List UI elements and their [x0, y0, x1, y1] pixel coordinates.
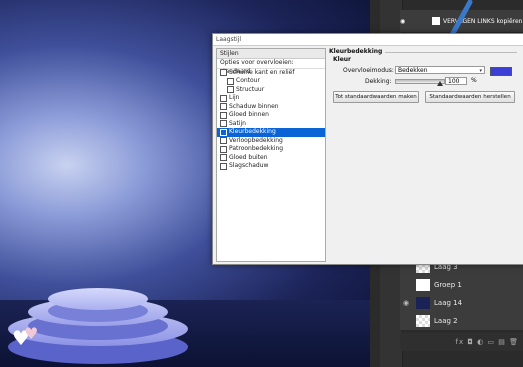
style-item[interactable]: Gloed buiten [217, 154, 325, 163]
styles-list: Stijlen Opties voor overvloeien: standaa… [216, 48, 326, 262]
layer-name: Laag 2 [434, 317, 458, 325]
style-item-label: Kleurbedekking [229, 128, 276, 135]
layer-thumbnail [417, 15, 429, 27]
reset-default-button[interactable]: Standaardwaarden herstellen [425, 91, 515, 103]
style-checkbox[interactable] [220, 137, 227, 145]
style-checkbox[interactable] [220, 128, 227, 136]
style-item[interactable]: Schuine kant en reliëf [217, 69, 325, 78]
style-checkbox[interactable] [220, 103, 227, 111]
style-item-label: Schuine kant en reliëf [229, 68, 295, 76]
style-item[interactable]: Patroonbedekking [217, 145, 325, 154]
style-item[interactable]: Slagschaduw [217, 162, 325, 171]
opacity-slider-handle[interactable] [437, 81, 443, 86]
style-item[interactable]: Kleurbedekking [217, 128, 325, 137]
style-item[interactable]: Gloed binnen [217, 111, 325, 120]
blend-mode-select[interactable]: Bedekken ▾ [395, 66, 485, 74]
layer-style-dialog: Laagstijl Stijlen Opties voor overvloeie… [212, 33, 523, 265]
style-checkbox[interactable] [227, 77, 234, 85]
podium-tier-top [48, 288, 148, 310]
layer-row[interactable]: ◉ Laag 14 [400, 294, 523, 313]
style-item[interactable]: Schaduw binnen [217, 103, 325, 112]
style-checkbox[interactable] [220, 145, 227, 153]
style-item-label: Patroonbedekking [229, 145, 284, 152]
layers-bottom-toolbar[interactable]: fx ◘ ◐ ▭ ▤ 🗑 [400, 333, 523, 351]
style-item-label: Lijn [229, 94, 240, 101]
style-item[interactable]: Verloopbedekking [217, 137, 325, 146]
make-default-button[interactable]: Tot standaardwaarden maken [333, 91, 419, 103]
layer-thumbnail [416, 279, 430, 291]
style-item-label: Contour [236, 77, 260, 84]
style-item-label: Slagschaduw [229, 162, 269, 169]
blend-mode-value: Bedekken [398, 67, 428, 74]
style-checkbox[interactable] [220, 162, 227, 170]
opacity-label: Dekking: [365, 78, 392, 85]
style-item-label: Gloed binnen [229, 111, 269, 118]
eye-icon[interactable]: ◉ [400, 18, 414, 25]
style-checkbox[interactable] [220, 94, 227, 102]
layer-name: Laag 14 [434, 299, 463, 307]
style-checkbox[interactable] [220, 69, 227, 77]
styles-header[interactable]: Stijlen [217, 49, 325, 59]
dialog-title: Laagstijl [213, 34, 523, 46]
blend-mode-label: Overvloeimodus: [343, 67, 394, 74]
style-item[interactable]: Structuur [217, 86, 325, 95]
heart-icon-small: ♥ [24, 324, 39, 343]
layer-thumbnail [416, 315, 430, 327]
layer-row[interactable]: Laag 2 [400, 312, 523, 331]
opacity-unit: % [471, 77, 477, 84]
style-checkbox[interactable] [220, 111, 227, 119]
style-checkbox[interactable] [220, 120, 227, 128]
style-checkbox[interactable] [220, 154, 227, 162]
style-item[interactable]: Lijn [217, 94, 325, 103]
chevron-down-icon: ▾ [479, 68, 482, 74]
color-overlay-panel: Kleurbedekking Kleur Overvloeimodus: Bed… [329, 48, 517, 126]
eye-icon[interactable]: ◉ [400, 299, 412, 307]
style-item-label: Gloed buiten [229, 153, 268, 161]
blend-options-item[interactable]: Opties voor overvloeien: standaard [217, 59, 325, 75]
style-item[interactable]: Satijn [217, 120, 325, 129]
style-checkbox[interactable] [227, 86, 234, 94]
style-item-label: Schaduw binnen [229, 102, 279, 110]
layer-thumbnail [416, 297, 430, 309]
style-item-label: Satijn [229, 119, 246, 127]
style-item[interactable]: Contour [217, 77, 325, 86]
style-item-label: Verloopbedekking [229, 136, 283, 144]
section-subtitle: Kleur [333, 56, 352, 63]
section-title: Kleurbedekking [329, 48, 386, 55]
opacity-input[interactable]: 100 [445, 77, 467, 85]
layer-name: Groep 1 [434, 281, 462, 289]
color-swatch[interactable] [490, 67, 512, 76]
style-item-label: Structuur [236, 85, 265, 93]
layer-row[interactable]: Groep 1 [400, 276, 523, 295]
